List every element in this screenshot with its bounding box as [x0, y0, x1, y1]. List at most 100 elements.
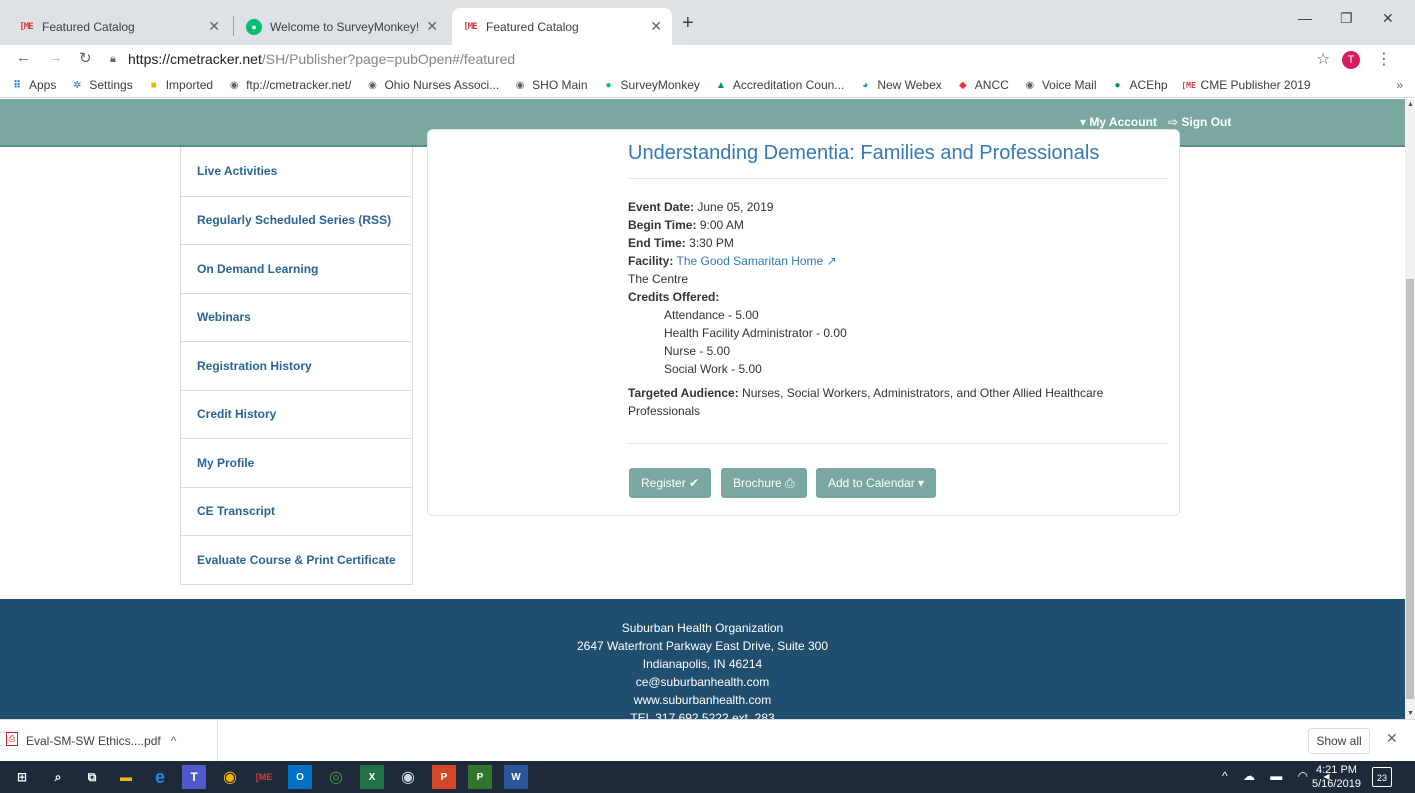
- bookmark-label: New Webex: [877, 78, 942, 92]
- credits-label: Credits Offered:: [628, 290, 720, 304]
- forward-icon[interactable]: →: [48, 49, 63, 66]
- excel-icon[interactable]: X: [360, 765, 384, 789]
- scroll-down-icon[interactable]: ▼: [1407, 710, 1414, 717]
- task-view-icon[interactable]: ⧉: [80, 765, 104, 789]
- notification-center-icon[interactable]: 23: [1372, 767, 1392, 787]
- browser-tab[interactable]: ● Welcome to SurveyMonkey! ✕: [236, 8, 448, 45]
- lock-icon: 🔒︎: [110, 53, 116, 65]
- bookmark-voice-mail[interactable]: ◉ Voice Mail: [1023, 78, 1097, 92]
- event-title[interactable]: Understanding Dementia: Families and Pro…: [628, 142, 1099, 165]
- bookmark-imported[interactable]: ■ Imported: [147, 78, 213, 92]
- footer-website[interactable]: www.suburbanhealth.com: [0, 691, 1405, 709]
- brochure-button[interactable]: Brochure ⎙: [721, 468, 807, 498]
- bookmark-ohio-nurses[interactable]: ◉ Ohio Nurses Associ...: [365, 78, 499, 92]
- end-time: 3:30 PM: [689, 236, 734, 250]
- windows-taskbar: ⊞ ⌕ ⧉ ▬ e T ◉ [ME O ◎ X ◉ P P W ^ ☁ ▬ ◠ …: [0, 761, 1415, 793]
- begin-time-row: Begin Time: 9:00 AM: [628, 216, 1168, 234]
- bookmark-settings[interactable]: ✲ Settings: [70, 78, 133, 92]
- footer-city: Indianapolis, IN 46214: [642, 657, 763, 671]
- browser-tab[interactable]: [ME Featured Catalog ✕: [8, 8, 230, 45]
- bookmark-acehp[interactable]: ● ACEhp: [1111, 78, 1167, 92]
- word-icon[interactable]: W: [504, 765, 528, 789]
- facility-link[interactable]: The Good Samaritan Home: [676, 254, 823, 268]
- teams-icon[interactable]: T: [182, 765, 206, 789]
- acc-icon: ▲: [715, 79, 726, 91]
- close-icon[interactable]: ✕: [426, 18, 438, 35]
- file-explorer-icon[interactable]: ▬: [114, 765, 138, 789]
- facility-row: Facility: The Good Samaritan Home ↗: [628, 252, 1168, 270]
- window-close-icon[interactable]: ✕: [1382, 10, 1394, 27]
- menu-item-credit-history[interactable]: Credit History: [181, 389, 412, 439]
- back-icon[interactable]: ←: [16, 49, 31, 66]
- new-tab-icon[interactable]: +: [682, 12, 694, 35]
- address-bar[interactable]: 🔒︎ https://cmetracker.net/SH/Publisher?p…: [110, 47, 1300, 71]
- facility-location: The Centre: [628, 272, 689, 286]
- windows-start-icon[interactable]: ⊞: [10, 765, 34, 789]
- outlook-icon[interactable]: O: [288, 765, 312, 789]
- external-link-icon[interactable]: ↗: [827, 254, 837, 268]
- credits-row: Credits Offered:: [628, 288, 1168, 306]
- scroll-up-icon[interactable]: ▲: [1407, 101, 1414, 108]
- sign-out-link[interactable]: ⇨ Sign Out: [1168, 115, 1231, 129]
- globe-app-icon[interactable]: ◉: [396, 765, 420, 789]
- profile-avatar[interactable]: T: [1342, 51, 1360, 69]
- edge-icon[interactable]: e: [148, 765, 172, 789]
- chevron-up-icon[interactable]: ^: [171, 734, 177, 748]
- menu-item-my-profile[interactable]: My Profile: [181, 438, 412, 487]
- bookmark-surveymonkey[interactable]: ● SurveyMonkey: [602, 78, 700, 92]
- add-to-calendar-button[interactable]: Add to Calendar ▾: [816, 468, 937, 498]
- my-account-menu[interactable]: ▾ My Account: [1080, 115, 1157, 129]
- search-icon[interactable]: ⌕: [46, 765, 70, 789]
- sync-icon[interactable]: ◎: [324, 765, 348, 789]
- begin-time-label: Begin Time:: [628, 218, 697, 232]
- close-icon[interactable]: ✕: [208, 18, 220, 35]
- bookmark-label: SHO Main: [532, 78, 588, 92]
- taskbar-clock[interactable]: 4:21 PM 5/16/2019: [1312, 763, 1361, 791]
- credits-list: Attendance - 5.00 Health Facility Admini…: [628, 306, 1168, 378]
- menu-item-on-demand[interactable]: On Demand Learning: [181, 244, 412, 293]
- close-icon[interactable]: ✕: [650, 18, 662, 35]
- globe-icon: ◉: [229, 79, 239, 91]
- chrome-icon[interactable]: ◉: [218, 765, 242, 789]
- bookmark-sho-main[interactable]: ◉ SHO Main: [513, 78, 588, 92]
- project-icon[interactable]: P: [468, 765, 492, 789]
- menu-item-evaluate-course[interactable]: Evaluate Course & Print Certificate: [181, 535, 412, 584]
- menu-item-ce-transcript[interactable]: CE Transcript: [181, 486, 412, 536]
- scrollbar-thumb[interactable]: [1406, 279, 1414, 699]
- footer-email[interactable]: ce@suburbanhealth.com: [0, 673, 1405, 691]
- credit-item: Social Work - 5.00: [664, 362, 762, 376]
- browser-tab-active[interactable]: [ME Featured Catalog ✕: [452, 8, 672, 45]
- bookmark-label: Voice Mail: [1041, 78, 1097, 92]
- bookmark-ftp[interactable]: ◉ ftp://cmetracker.net/: [227, 78, 352, 92]
- register-button[interactable]: Register ✔: [629, 468, 712, 498]
- surveymonkey-icon: ●: [605, 79, 612, 91]
- show-all-button[interactable]: Show all: [1308, 728, 1370, 754]
- tab-separator: [233, 16, 234, 36]
- bookmark-cme-publisher[interactable]: [ME CME Publisher 2019: [1181, 78, 1310, 92]
- close-icon[interactable]: ✕: [1386, 730, 1398, 747]
- page-scrollbar[interactable]: ▲ ▼: [1405, 99, 1415, 719]
- bookmark-apps[interactable]: ⠿ Apps: [10, 78, 56, 92]
- reload-icon[interactable]: ↻: [79, 49, 92, 67]
- bookmark-accreditation[interactable]: ▲ Accreditation Coun...: [714, 78, 844, 92]
- menu-kebab-icon[interactable]: ⋮: [1376, 49, 1392, 69]
- bookmark-webex[interactable]: ◕ New Webex: [858, 78, 942, 92]
- event-date: June 05, 2019: [697, 200, 774, 214]
- menu-item-live-activities[interactable]: Live Activities: [181, 147, 412, 196]
- url-path: /SH/Publisher?page=pubOpen#/featured: [261, 51, 516, 67]
- menu-item-webinars[interactable]: Webinars: [181, 292, 412, 342]
- cme-app-icon[interactable]: [ME: [252, 765, 276, 789]
- pdf-icon: ⎙: [785, 475, 795, 490]
- menu-item-registration-history[interactable]: Registration History: [181, 341, 412, 390]
- end-time-label: End Time:: [628, 236, 686, 250]
- minimize-icon[interactable]: —: [1298, 10, 1312, 26]
- bookmark-star-icon[interactable]: ☆: [1316, 49, 1330, 69]
- divider: [628, 178, 1167, 179]
- restore-icon[interactable]: ❐: [1340, 10, 1353, 27]
- menu-item-rss[interactable]: Regularly Scheduled Series (RSS): [181, 195, 412, 245]
- download-item[interactable]: ⎙ Eval-SM-SW Ethics....pdf ^: [0, 720, 218, 761]
- bookmarks-overflow-icon[interactable]: »: [1396, 78, 1403, 92]
- bookmark-ancc[interactable]: ◆ ANCC: [956, 78, 1009, 92]
- powerpoint-icon[interactable]: P: [432, 765, 456, 789]
- ancc-icon: ◆: [958, 79, 967, 91]
